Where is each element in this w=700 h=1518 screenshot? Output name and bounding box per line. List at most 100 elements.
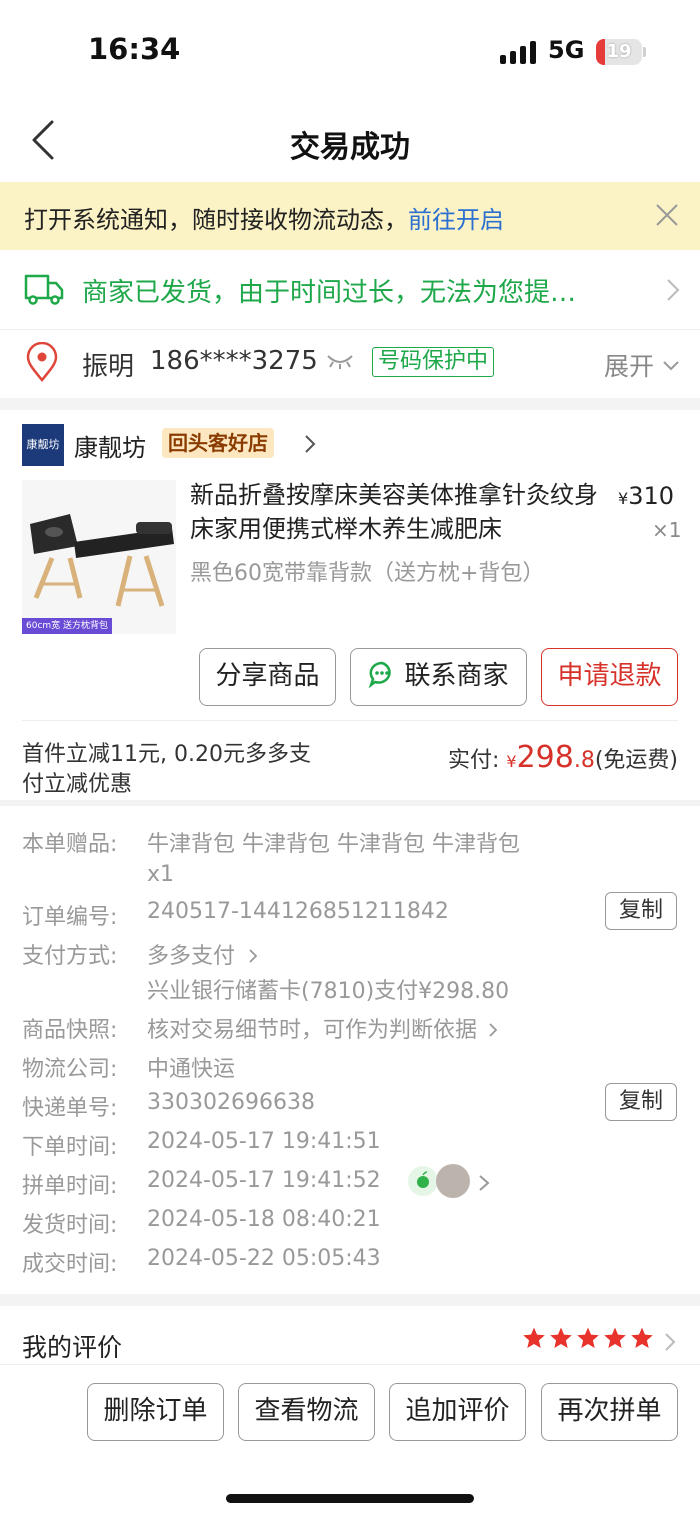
payment-method: 多多支付 — [147, 944, 236, 969]
enable-notification-link[interactable]: 前往开启 — [408, 206, 504, 234]
gift-row: 本单赠品: 牛津背包 牛津背包 牛津背包 牛津背包 — [22, 826, 520, 858]
home-indicator — [226, 1494, 474, 1503]
paid-label: 实付: — [447, 748, 507, 773]
recipient-phone: 186****3275 — [150, 346, 318, 376]
order-number: 240517-144126851211842 — [147, 899, 449, 924]
group-time-label: 拼单时间: — [22, 1174, 118, 1199]
battery-tip — [643, 47, 646, 57]
currency-symbol: ¥ — [618, 489, 629, 508]
paid-amount-dec: .8 — [573, 748, 595, 773]
courier-label: 物流公司: — [22, 1057, 118, 1082]
section-divider — [0, 1294, 700, 1306]
product-price: ¥310 — [618, 482, 674, 510]
massage-bed-image — [22, 480, 176, 634]
tracking-label: 快递单号: — [22, 1096, 118, 1121]
chevron-right-icon[interactable] — [664, 1332, 676, 1352]
chevron-down-icon — [663, 361, 679, 371]
shop-header[interactable]: 康靓坊 康靓坊 回头客好店 — [0, 410, 700, 480]
shop-logo: 康靓坊 — [22, 424, 64, 466]
paid-currency: ¥ — [506, 752, 517, 771]
star-icon — [577, 1327, 599, 1348]
divider — [22, 720, 678, 721]
price-value: 310 — [628, 482, 674, 510]
gift-label: 本单赠品: — [22, 832, 118, 857]
signal-icon — [500, 40, 536, 64]
gift-qty: x1 — [147, 862, 175, 887]
order-time-row: 下单时间: 2024-05-17 19:41:51 — [22, 1129, 381, 1161]
battery-icon: 19 — [596, 39, 642, 65]
product-spec: 黑色60宽带靠背款（送方枕+背包） — [190, 561, 545, 586]
truck-icon — [24, 274, 64, 305]
courier-row: 物流公司: 中通快运 — [22, 1051, 235, 1083]
battery-level: 19 — [606, 41, 632, 62]
rebuy-button[interactable]: 再次拼单 — [541, 1383, 678, 1441]
deal-time: 2024-05-22 05:05:43 — [147, 1246, 381, 1271]
order-time-label: 下单时间: — [22, 1135, 118, 1160]
expand-button[interactable]: 展开 — [604, 347, 680, 383]
chevron-right-icon — [249, 949, 258, 963]
expand-label: 展开 — [604, 352, 655, 381]
product-title[interactable]: 新品折叠按摩床美容美体推拿针灸纹身床家用便携式榉木养生减肥床 — [190, 478, 604, 546]
copy-tracking-button[interactable]: 复制 — [605, 1083, 677, 1121]
share-product-button[interactable]: 分享商品 — [199, 648, 336, 706]
snapshot-row: 商品快照: 核对交易细节时，可作为判断依据 — [22, 1012, 498, 1044]
group-members[interactable] — [408, 1164, 470, 1198]
order-number-row: 订单编号: 240517-144126851211842 — [22, 899, 449, 931]
payment-method-row: 支付方式: 多多支付 — [22, 938, 258, 970]
paid-amount: 实付: ¥298.8(免运费) — [448, 740, 678, 775]
snapshot-link[interactable]: 核对交易细节时，可作为判断依据 — [147, 1012, 498, 1044]
star-icon — [631, 1327, 653, 1348]
status-bar: 16:34 5G 19 — [0, 0, 700, 100]
chevron-right-icon — [479, 1175, 490, 1191]
ship-time: 2024-05-18 08:40:21 — [147, 1207, 381, 1232]
order-time: 2024-05-17 19:41:51 — [147, 1129, 381, 1154]
chevron-right-icon — [305, 435, 316, 453]
view-logistics-button[interactable]: 查看物流 — [238, 1383, 375, 1441]
promo-text: 首件立减11元, 0.20元多多支付立减优惠 — [22, 742, 311, 797]
contact-merchant-button[interactable]: 联系商家 — [350, 648, 527, 706]
snapshot-text: 核对交易细节时，可作为判断依据 — [147, 1018, 478, 1043]
address-row: 振明 186****3275 号码保护中 展开 — [0, 330, 700, 398]
shop-badge: 回头客好店 — [162, 428, 274, 458]
avatar — [408, 1166, 438, 1196]
group-time-row: 拼单时间: 2024-05-17 19:41:52 — [22, 1168, 381, 1200]
my-review-label[interactable]: 我的评价 — [22, 1328, 122, 1364]
chevron-right-icon — [489, 1023, 498, 1037]
section-divider — [0, 800, 700, 806]
nav-bar: 交易成功 — [0, 100, 700, 182]
number-protection-badge: 号码保护中 — [372, 347, 495, 377]
payment-detail: 兴业银行储蓄卡(7810)支付¥298.80 — [147, 979, 510, 1004]
star-icon — [550, 1327, 572, 1348]
tracking-row: 快递单号: 330302696638 — [22, 1090, 315, 1122]
add-review-button[interactable]: 追加评价 — [389, 1383, 526, 1441]
chat-icon — [369, 661, 392, 688]
gift-value: 牛津背包 牛津背包 牛津背包 牛津背包 — [147, 832, 520, 857]
contact-merchant-label: 联系商家 — [404, 661, 509, 691]
payment-method-link[interactable]: 多多支付 — [147, 938, 258, 970]
page-title: 交易成功 — [290, 130, 410, 165]
eye-closed-icon[interactable] — [326, 352, 354, 370]
shipping-status-row[interactable]: 商家已发货，由于时间过长，无法为您提… — [0, 250, 700, 330]
copy-order-number-button[interactable]: 复制 — [605, 892, 677, 930]
close-icon[interactable] — [654, 202, 680, 228]
star-icon — [604, 1327, 626, 1348]
paid-amount-int: 298 — [516, 740, 574, 775]
courier: 中通快运 — [147, 1057, 236, 1082]
section-divider — [0, 398, 700, 410]
network-type: 5G — [548, 36, 585, 64]
star-icon — [523, 1327, 545, 1348]
order-number-label: 订单编号: — [22, 905, 118, 930]
delete-order-button[interactable]: 删除订单 — [87, 1383, 224, 1441]
status-time: 16:34 — [88, 32, 181, 66]
tracking-number: 330302696638 — [147, 1090, 315, 1115]
notification-banner: 打开系统通知，随时接收物流动态，前往开启 — [0, 182, 700, 250]
request-refund-button[interactable]: 申请退款 — [541, 648, 678, 706]
ship-time-label: 发货时间: — [22, 1213, 118, 1238]
ship-time-row: 发货时间: 2024-05-18 08:40:21 — [22, 1207, 381, 1239]
product-quantity: ×1 — [652, 518, 682, 542]
product-image[interactable]: 60cm宽 送方枕背包 — [22, 480, 176, 634]
shipping-note: (免运费) — [594, 748, 678, 773]
product-image-caption: 60cm宽 送方枕背包 — [22, 618, 113, 634]
shipping-status-text: 商家已发货，由于时间过长，无法为您提… — [82, 278, 577, 308]
deal-time-row: 成交时间: 2024-05-22 05:05:43 — [22, 1246, 381, 1278]
